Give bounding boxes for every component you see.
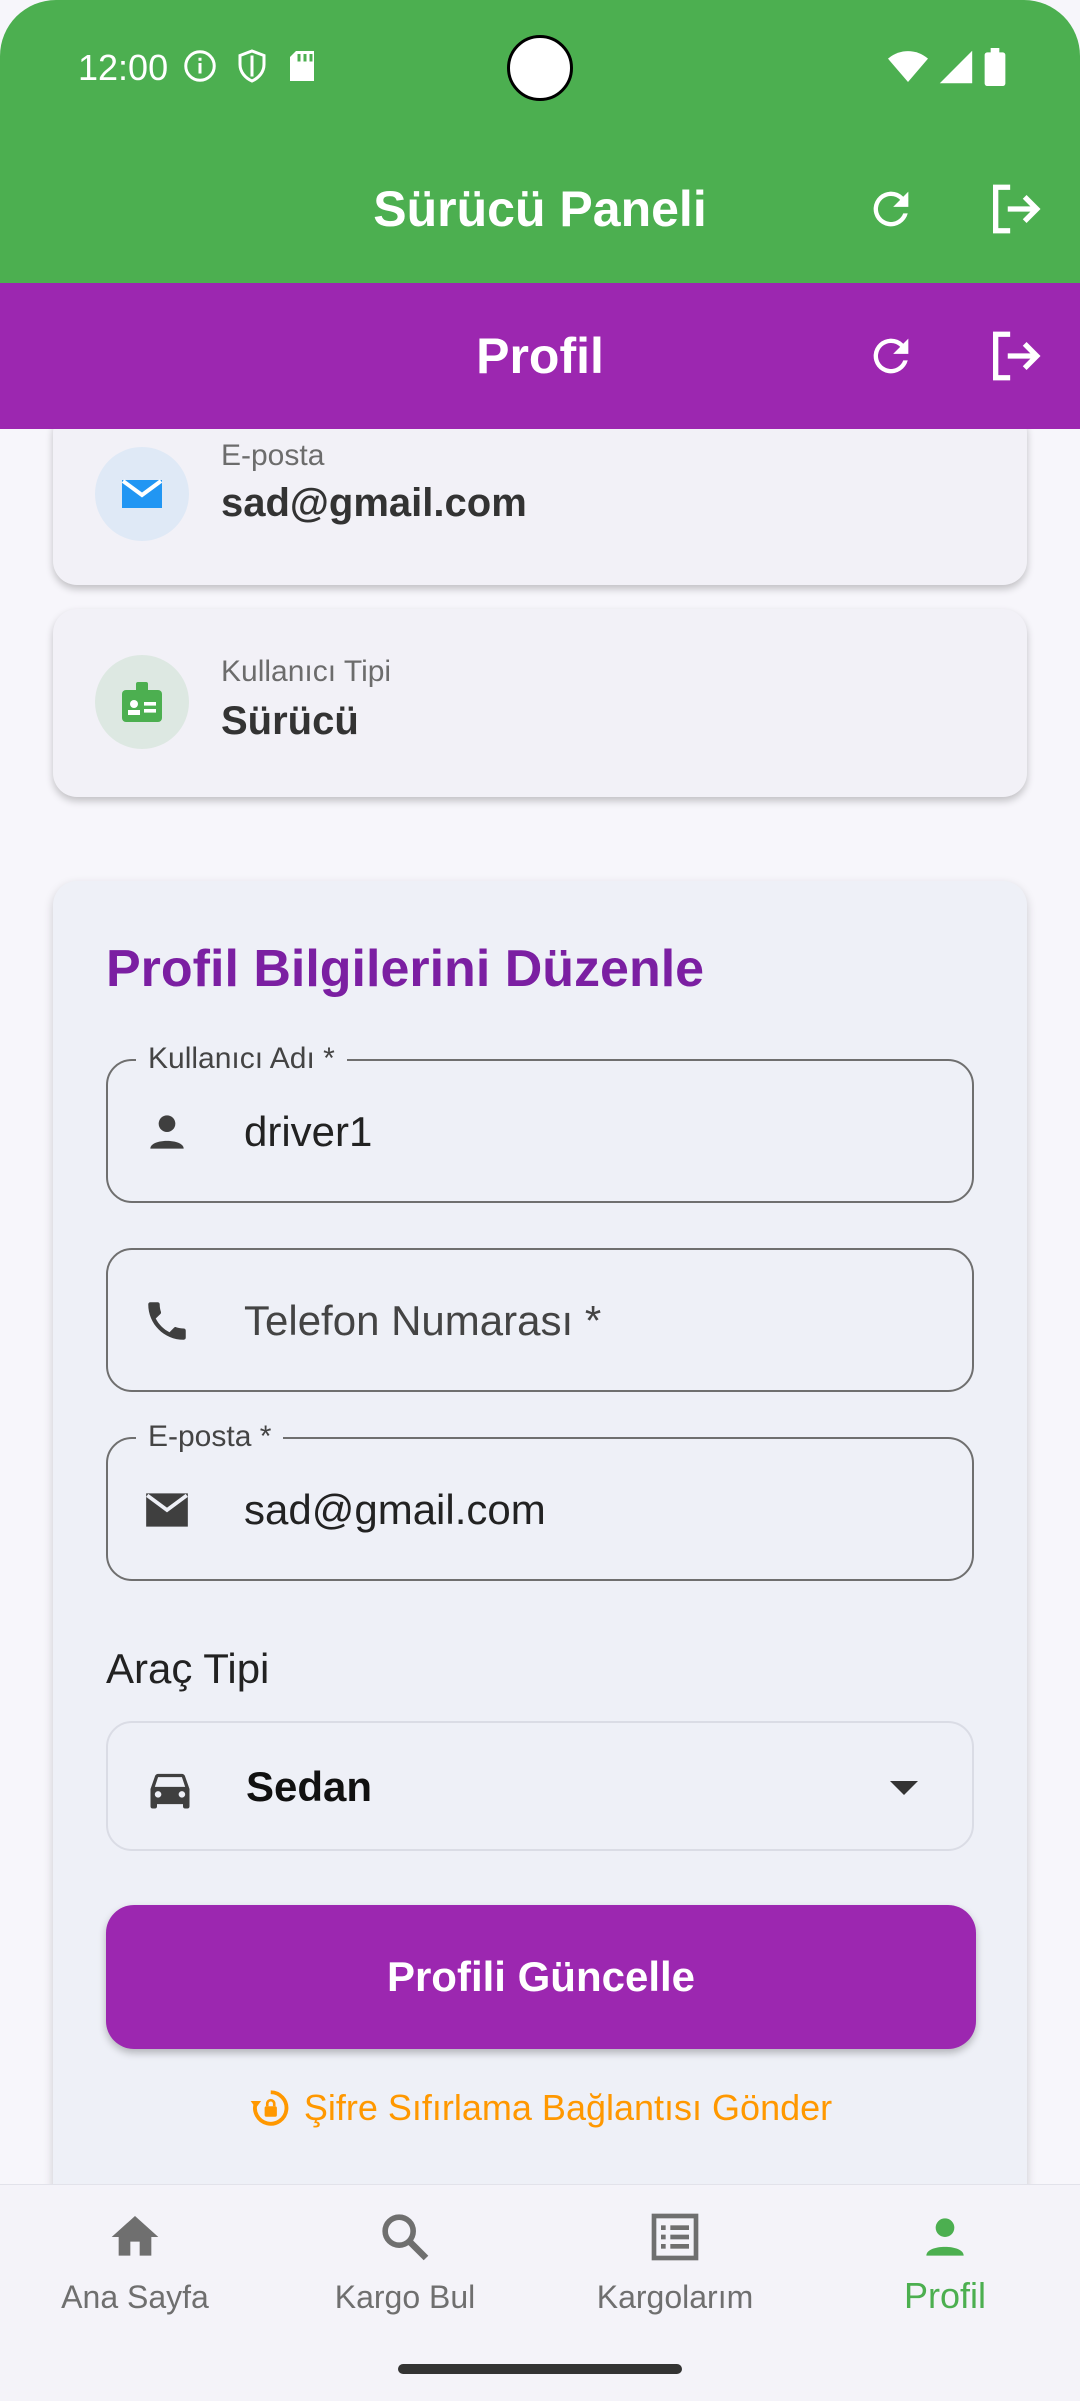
mail-avatar bbox=[95, 447, 189, 541]
phone-input[interactable]: Telefon Numarası * bbox=[244, 1296, 601, 1346]
email-info-card: E-posta sad@gmail.com bbox=[53, 429, 1027, 585]
nav-item-my-cargos[interactable]: Kargolarım bbox=[540, 2209, 810, 2349]
status-icons-right bbox=[888, 48, 1006, 86]
wifi-icon bbox=[888, 51, 928, 82]
home-icon bbox=[111, 2216, 159, 2256]
refresh-icon[interactable] bbox=[859, 177, 923, 241]
reset-password-link[interactable]: Şifre Sıfırlama Bağlantısı Gönder bbox=[53, 2087, 1027, 2129]
person-icon bbox=[150, 1115, 184, 1149]
email-field[interactable]: E-posta * sad@gmail.com bbox=[106, 1419, 974, 1581]
phone-icon bbox=[148, 1302, 186, 1340]
info-card-value: Sürücü bbox=[221, 699, 359, 743]
nav-label-my-cargos: Kargolarım bbox=[596, 2279, 754, 2315]
username-label: Kullanıcı Adı * bbox=[136, 1041, 347, 1077]
edit-profile-title: Profil Bilgilerini Düzenle bbox=[106, 940, 705, 998]
signal-icon bbox=[939, 50, 973, 84]
phone-field[interactable]: Telefon Numarası * bbox=[106, 1248, 974, 1392]
info-icon bbox=[184, 50, 216, 82]
reset-password-text: Şifre Sıfırlama Bağlantısı Gönder bbox=[303, 2087, 833, 2128]
nav-item-profile[interactable]: Profil bbox=[810, 2209, 1080, 2349]
dropdown-arrow-icon bbox=[890, 1781, 918, 1795]
nav-item-home[interactable]: Ana Sayfa bbox=[0, 2209, 270, 2349]
logout-icon[interactable] bbox=[983, 177, 1047, 241]
status-time: 12:00 bbox=[78, 47, 169, 88]
car-icon bbox=[150, 1773, 190, 1809]
user-type-info-card: Kullanıcı Tipi Sürücü bbox=[53, 609, 1027, 797]
nav-label-home: Ana Sayfa bbox=[61, 2279, 209, 2315]
badge-icon bbox=[122, 682, 162, 722]
sd-card-icon bbox=[290, 51, 314, 81]
info-card-label: Kullanıcı Tipi bbox=[221, 655, 392, 688]
badge-avatar bbox=[95, 655, 189, 749]
shield-icon bbox=[238, 49, 266, 83]
vehicle-type-label: Araç Tipi bbox=[106, 1645, 270, 1692]
refresh-icon[interactable] bbox=[859, 324, 923, 388]
update-profile-button[interactable]: Profili Güncelle bbox=[106, 1905, 976, 2049]
email-label: E-posta * bbox=[136, 1419, 284, 1455]
mail-icon bbox=[121, 479, 163, 508]
username-field[interactable]: Kullanıcı Adı * driver1 bbox=[106, 1041, 974, 1203]
camera-cutout bbox=[507, 35, 573, 101]
person-icon bbox=[926, 2218, 964, 2256]
nav-item-find-cargo[interactable]: Kargo Bul bbox=[270, 2209, 540, 2349]
battery-icon bbox=[984, 48, 1006, 86]
nav-label-find-cargo: Kargo Bul bbox=[334, 2279, 476, 2315]
list-icon bbox=[651, 2213, 699, 2261]
vehicle-type-dropdown[interactable]: Sedan bbox=[106, 1721, 974, 1851]
page-app-bar: Profil bbox=[0, 283, 1080, 429]
username-input[interactable]: driver1 bbox=[244, 1107, 372, 1157]
logout-icon[interactable] bbox=[983, 324, 1047, 388]
info-card-value: sad@gmail.com bbox=[221, 481, 527, 525]
mail-icon bbox=[146, 1493, 188, 1527]
search-icon bbox=[382, 2214, 429, 2261]
vehicle-type-value: Sedan bbox=[246, 1763, 373, 1810]
main-app-bar: 12:00 Sürücü Paneli bbox=[0, 0, 1080, 283]
home-indicator[interactable] bbox=[398, 2364, 682, 2374]
edit-profile-card: Profil Bilgilerini Düzenle Kullanıcı Adı… bbox=[53, 881, 1027, 2184]
info-card-label: E-posta bbox=[221, 439, 325, 472]
lock-reset-icon bbox=[250, 2090, 289, 2126]
profile-scroll-area[interactable]: E-posta sad@gmail.com Kullanıcı Tipi Sür… bbox=[0, 429, 1080, 2184]
email-input[interactable]: sad@gmail.com bbox=[244, 1485, 546, 1535]
nav-label-profile: Profil bbox=[903, 2275, 987, 2316]
status-icons-left bbox=[182, 48, 318, 84]
